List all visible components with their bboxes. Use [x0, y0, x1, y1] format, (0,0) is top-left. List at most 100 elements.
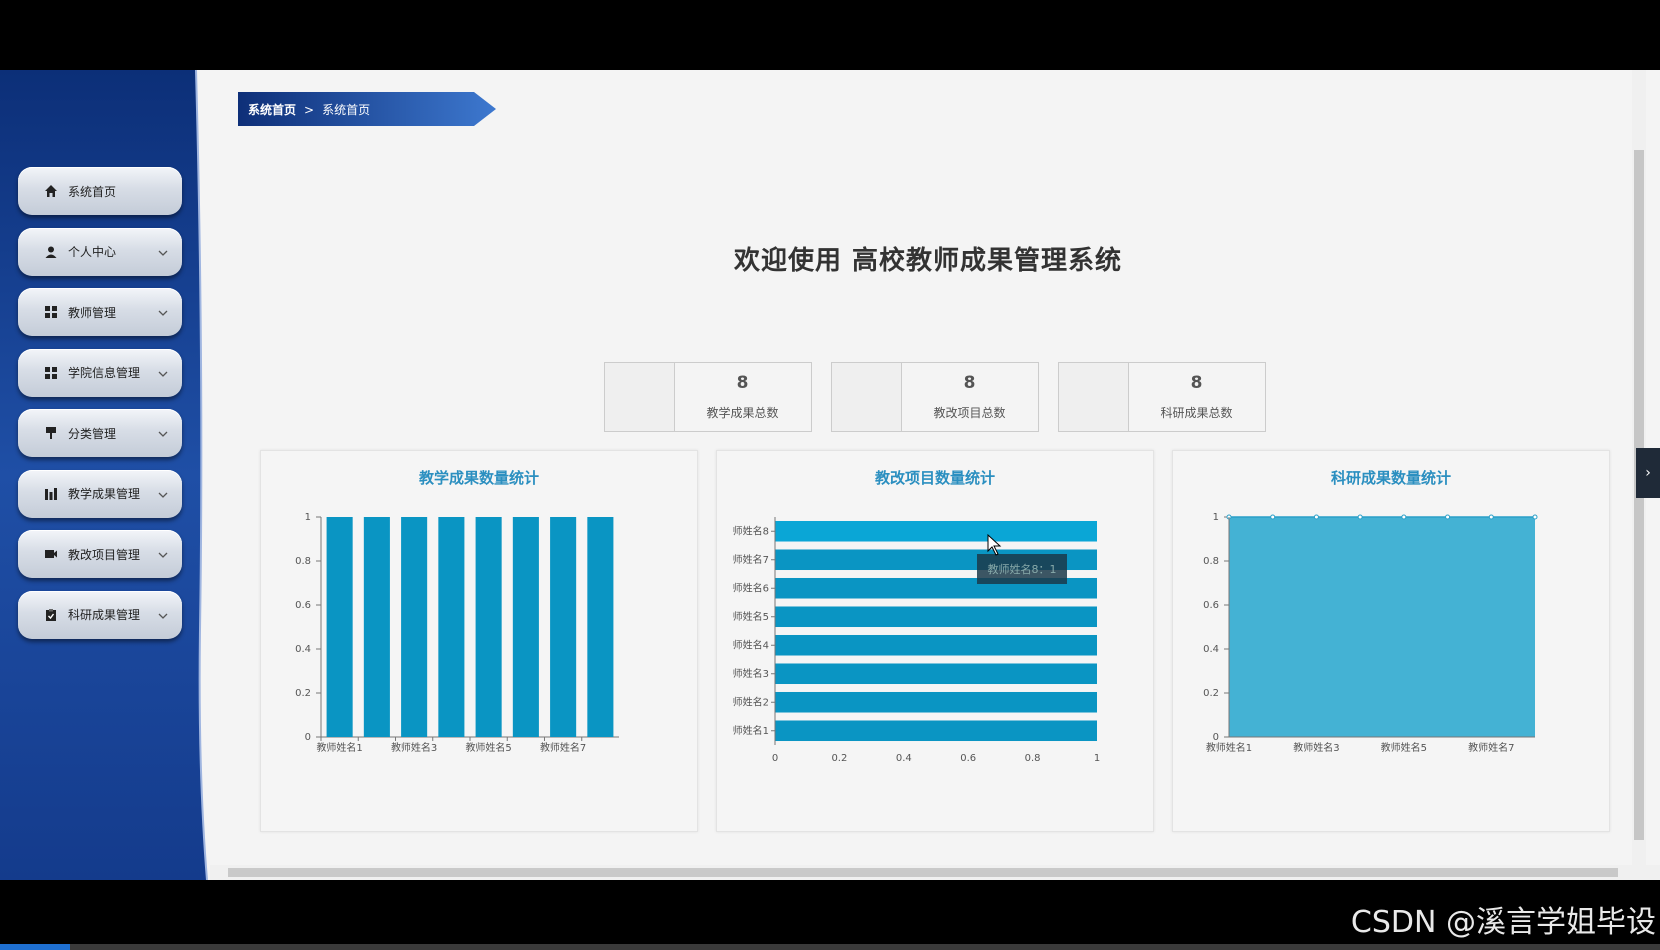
bar — [775, 663, 1097, 685]
main-content: 系统首页 > 系统首页 欢迎使用 高校教师成果管理系统 8 教学成果总数 8 教改项… — [210, 70, 1646, 865]
chart-icon — [44, 487, 58, 501]
x-tick-label: 0.6 — [960, 753, 976, 764]
grid-icon — [44, 366, 58, 380]
chevron-down-icon — [158, 243, 168, 256]
pin-icon — [44, 426, 58, 440]
chevron-down-icon — [158, 424, 168, 437]
stat-card-reform: 8 教改项目总数 — [831, 362, 1039, 432]
data-point — [1488, 514, 1494, 520]
bar — [775, 606, 1097, 628]
chart-panel-reform: 师姓名1 师姓名2 师姓名3 师姓名4 师姓名5 师姓名6 师姓名7 师姓名8 0 0.2 0.4 0… — [716, 450, 1154, 832]
horizontal-scrollbar[interactable] — [210, 865, 1660, 880]
x-tick-label: 教师姓名1 — [1206, 741, 1252, 754]
home-icon — [44, 184, 58, 198]
sidebar-item-label: 分类管理 — [68, 426, 117, 441]
grid-icon — [44, 305, 58, 319]
chevron-down-icon — [158, 303, 168, 316]
bar — [475, 517, 502, 737]
chart-title: 科研成果数量统计 — [1330, 469, 1451, 487]
expand-panel-button[interactable]: › — [1636, 448, 1660, 498]
sidebar-item-2[interactable]: 个人中心 — [18, 227, 182, 276]
research-area-chart: 0 0.2 0.4 0.6 0.8 1 教师姓名1 教师姓名3 教师姓名5 教师姓名7 — [1203, 512, 1538, 754]
y-tick-label: 师姓名5 — [733, 610, 769, 623]
chart-panel-research: 0 0.2 0.4 0.6 0.8 1 教师姓名1 教师姓名3 教师姓名5 教师姓名7 科研成果数… — [1172, 450, 1610, 832]
y-tick-label: 师姓名7 — [733, 553, 769, 566]
stat-label: 教学成果总数 — [706, 406, 779, 420]
x-tick-label: 教师姓名7 — [1468, 741, 1514, 754]
watermark: CSDN @溪言学姐毕设 — [1350, 905, 1656, 940]
sidebar-item-label: 教改项目管理 — [68, 547, 141, 562]
x-tick-label: 教师姓名3 — [391, 741, 437, 754]
x-tick-label: 0.2 — [831, 753, 847, 764]
y-tick-label: 1 — [1213, 512, 1219, 523]
x-tick-label: 1 — [1094, 753, 1100, 764]
chevron-down-icon — [158, 545, 168, 558]
chart-panel-teaching: 0 0.2 0.4 0.6 0.8 1 教师姓名1 教师姓名3 教师姓名5 教师姓名7 教学成果数… — [260, 450, 698, 832]
sidebar-item-4[interactable]: 学院信息管理 — [18, 348, 182, 397]
sidebar-item-7[interactable]: 教改项目管理 — [18, 530, 182, 578]
stat-value: 8 — [736, 373, 749, 393]
x-tick-label: 教师姓名5 — [465, 741, 511, 754]
y-tick-label: 师姓名6 — [733, 581, 769, 594]
stat-value: 8 — [1190, 373, 1203, 393]
stat-label: 科研成果总数 — [1160, 406, 1233, 420]
sidebar-item-label: 系统首页 — [68, 184, 117, 199]
scrollbar-thumb[interactable] — [228, 868, 1618, 877]
y-tick-label: 1 — [305, 512, 311, 523]
sidebar-item-label: 教师管理 — [68, 305, 117, 320]
sidebar-item-3[interactable]: 教师管理 — [18, 288, 182, 336]
breadcrumb-home-link[interactable]: 系统首页 — [248, 103, 296, 117]
y-tick-label: 0.8 — [295, 556, 311, 567]
y-tick-label: 0.8 — [1203, 556, 1219, 567]
data-point — [1445, 514, 1451, 520]
stat-icon-box — [832, 363, 902, 431]
welcome-title: 欢迎使用 高校教师成果管理系统 — [733, 246, 1123, 276]
bar — [363, 517, 390, 737]
video-icon — [44, 547, 58, 561]
y-tick-label: 0.6 — [295, 600, 311, 611]
teaching-bar-chart: 0 0.2 0.4 0.6 0.8 1 教师姓名1 教师姓名3 教师姓名5 教师姓名7 — [295, 512, 619, 754]
user-icon — [44, 245, 58, 259]
y-tick-label: 师姓名3 — [733, 667, 769, 680]
chevron-right-icon: › — [1645, 465, 1651, 481]
data-point — [1532, 514, 1538, 520]
x-tick-label: 0 — [772, 753, 778, 764]
breadcrumb: 系统首页 > 系统首页 — [238, 92, 498, 126]
y-tick-label: 0.4 — [295, 644, 311, 655]
data-point — [1357, 514, 1363, 520]
chevron-down-icon — [158, 606, 168, 619]
taskbar-strip — [0, 944, 1660, 950]
data-point — [1401, 514, 1407, 520]
x-tick-label: 0.4 — [896, 753, 912, 764]
progress-indicator — [0, 944, 70, 950]
y-tick-label: 0.2 — [1203, 688, 1219, 699]
y-tick-label: 0.6 — [1203, 600, 1219, 611]
reform-hbar-chart: 师姓名1 师姓名2 师姓名3 师姓名4 师姓名5 师姓名6 师姓名7 师姓名8 0 0.2 0.4 0… — [733, 517, 1100, 764]
x-tick-label: 教师姓名7 — [540, 741, 586, 754]
bar — [550, 517, 577, 737]
sidebar-item-5[interactable]: 分类管理 — [18, 409, 182, 457]
sidebar-item-8[interactable]: 科研成果管理 — [18, 590, 182, 639]
sidebar-item-6[interactable]: 教学成果管理 — [18, 469, 182, 518]
bar — [438, 517, 465, 737]
y-tick-label: 0.4 — [1203, 644, 1219, 655]
chevron-down-icon — [158, 485, 168, 498]
chart-title: 教学成果数量统计 — [418, 469, 539, 487]
bar — [401, 517, 428, 737]
bar — [775, 691, 1097, 713]
tooltip-text: 教师姓名8：1 — [988, 562, 1057, 576]
sidebar-menu: 系统首页个人中心教师管理学院信息管理分类管理教学成果管理教改项目管理科研成果管理 — [18, 167, 182, 651]
x-tick-label: 教师姓名3 — [1293, 741, 1339, 754]
data-point — [1270, 514, 1276, 520]
sidebar-item-1[interactable]: 系统首页 — [18, 167, 182, 215]
x-tick-label: 教师姓名1 — [316, 741, 362, 754]
stat-value: 8 — [963, 373, 976, 393]
stat-card-research: 8 科研成果总数 — [1058, 362, 1266, 432]
stat-card-teaching: 8 教学成果总数 — [604, 362, 812, 432]
stat-icon-box — [605, 363, 675, 431]
chevron-down-icon — [158, 364, 168, 377]
area — [1229, 517, 1535, 737]
bar — [775, 634, 1097, 656]
y-tick-label: 0 — [305, 732, 311, 743]
bar — [775, 520, 1097, 542]
